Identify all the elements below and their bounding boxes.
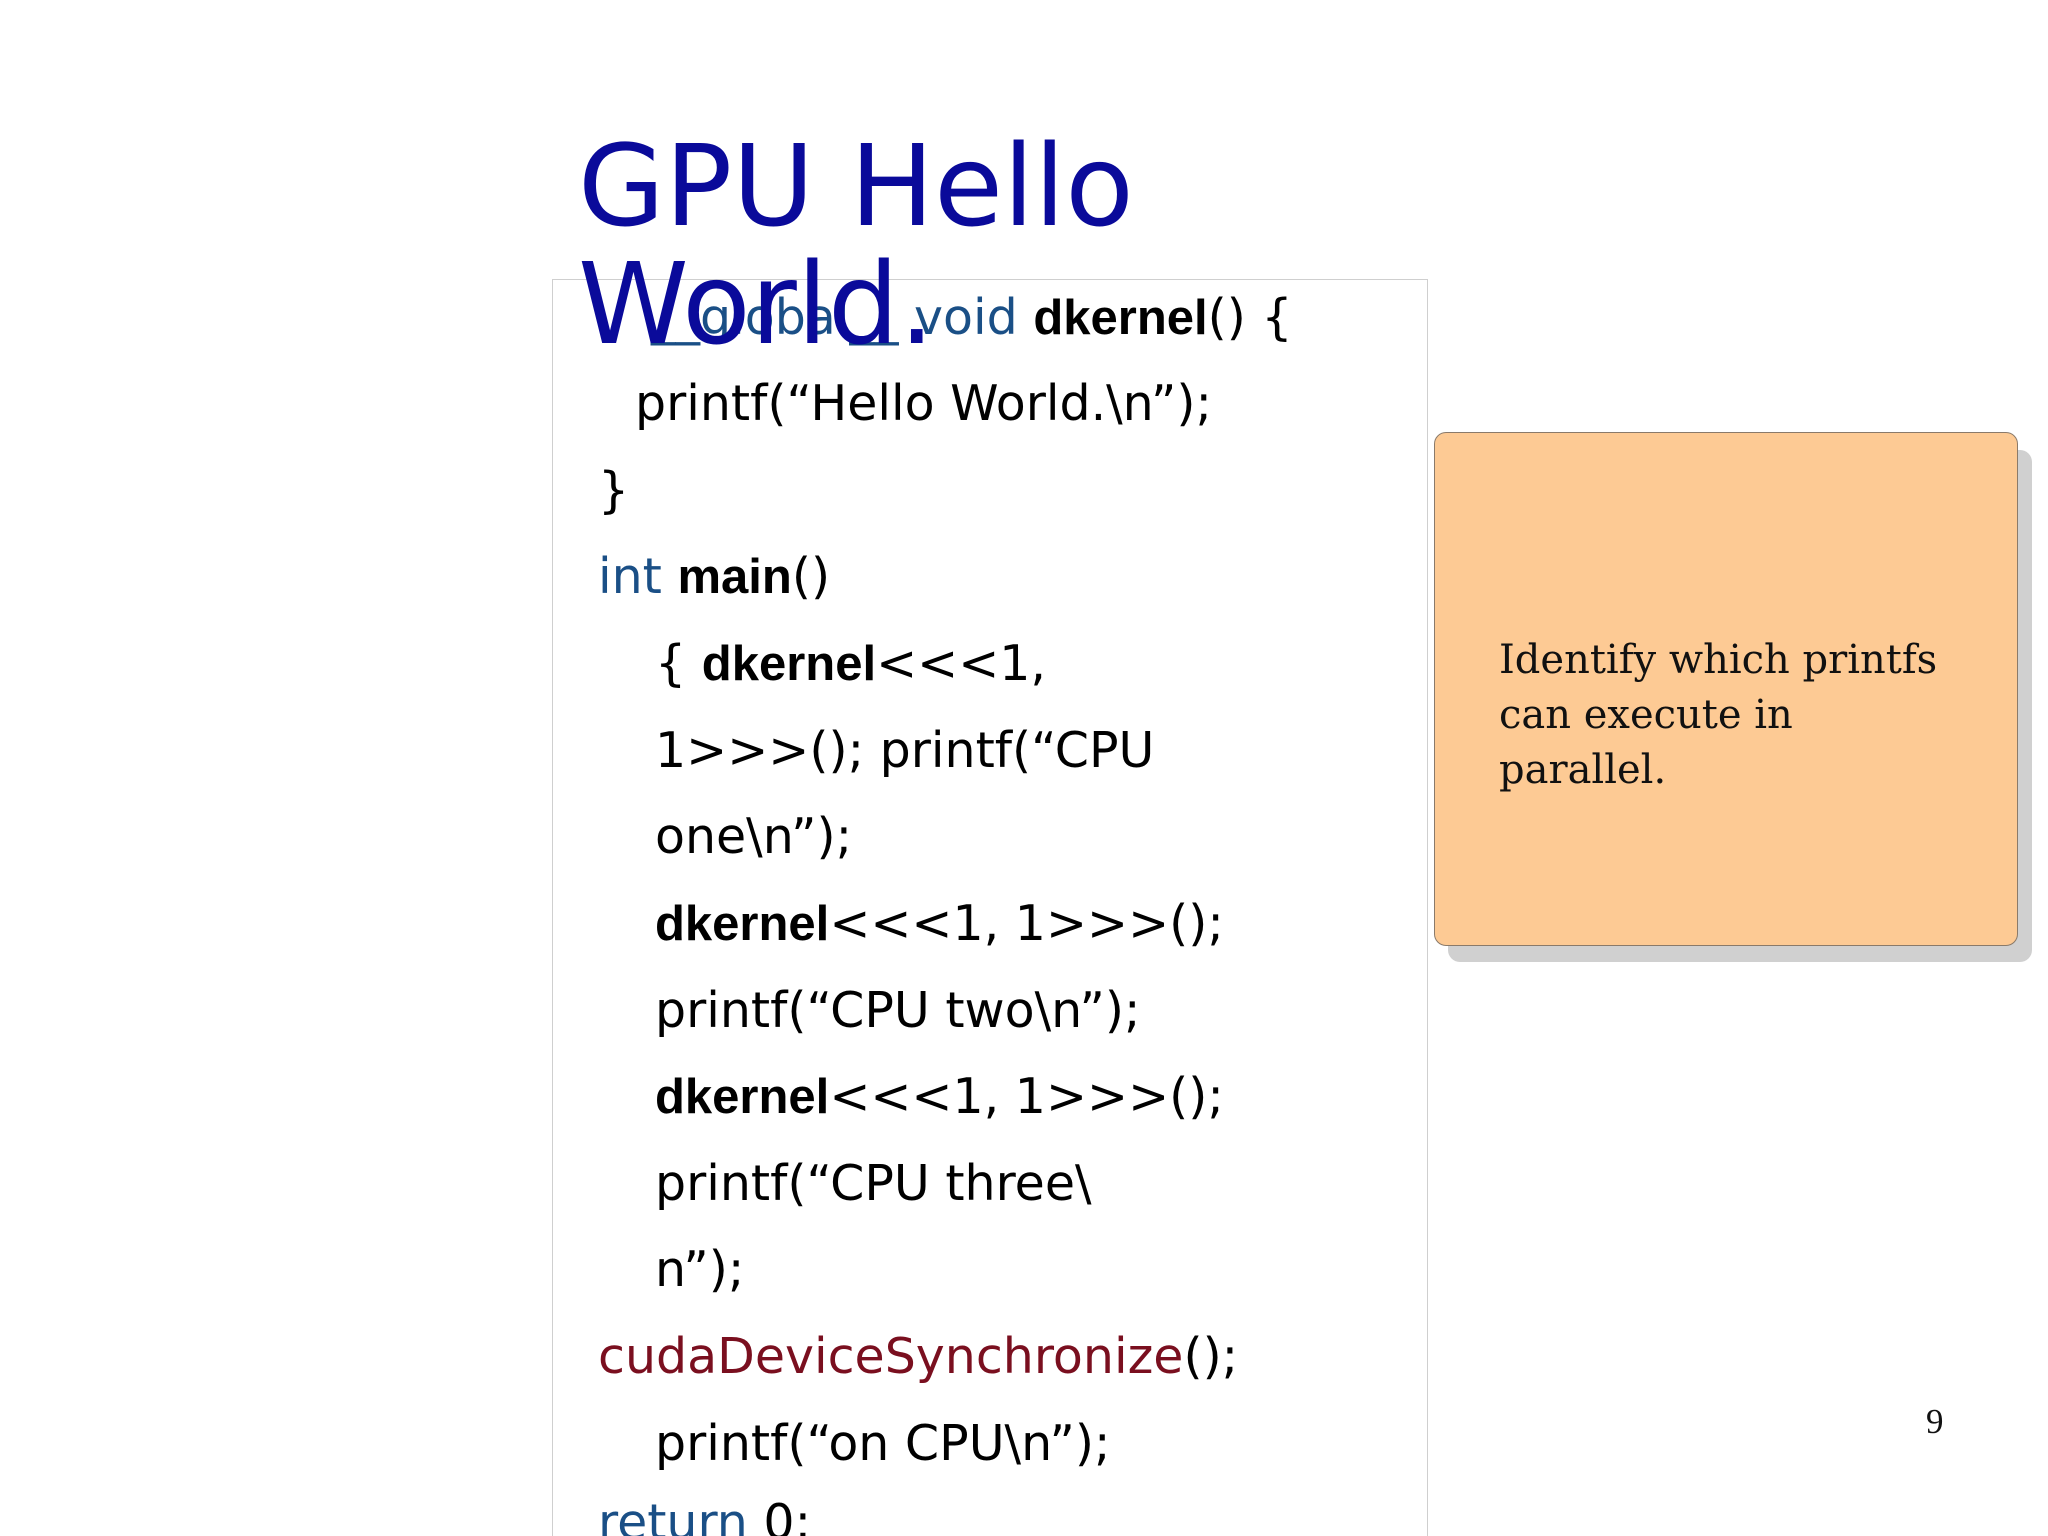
slide-title: GPU Hello World.	[578, 122, 1134, 370]
code-line-printf-on-cpu: printf(“on CPU\n”);	[655, 1415, 1111, 1472]
code-line-kernel-call-3: dkernel<<<1, 1>>>();	[655, 1067, 1224, 1127]
code-line-close-brace: }	[598, 462, 630, 519]
code-text: {	[655, 635, 702, 692]
code-text: <<<1, 1>>>();	[829, 1068, 1224, 1125]
callout-note: Identify which printfs can execute in pa…	[1434, 432, 2018, 946]
code-box: __global__ void dkernel() { printf(“Hell…	[552, 279, 1428, 1536]
function-name-dkernel: dkernel	[655, 1070, 830, 1124]
slide: __global__ void dkernel() { printf(“Hell…	[0, 0, 2048, 1536]
keyword-int: int	[598, 548, 662, 605]
code-text: ()	[791, 548, 831, 605]
code-line-main-decl: int main()	[598, 547, 830, 607]
code-line-printf-two: printf(“CPU two\n”);	[655, 982, 1141, 1039]
code-line-kernel-call-2: dkernel<<<1, 1>>>();	[655, 894, 1224, 954]
code-line-kernel-call-1b: 1>>>(); printf(“CPU	[655, 722, 1155, 779]
code-line-return: return 0;	[598, 1493, 811, 1536]
code-text: <<<1,	[876, 635, 1046, 692]
function-name-dkernel: dkernel	[701, 637, 877, 691]
code-text: 0;	[747, 1494, 812, 1536]
code-line-printf-three-a: printf(“CPU three\	[655, 1155, 1092, 1212]
code-line-printf-one: one\n”);	[655, 808, 853, 865]
cuda-call-name: cudaDeviceSynchronize	[598, 1328, 1184, 1385]
function-name-dkernel: dkernel	[655, 897, 830, 951]
code-line-printf-three-b: n”);	[655, 1241, 745, 1298]
function-name-main: main	[677, 550, 792, 604]
code-text: ();	[1183, 1328, 1239, 1385]
code-line-printf-hello: printf(“Hello World.\n”);	[635, 375, 1213, 432]
code-line-device-sync: cudaDeviceSynchronize();	[598, 1327, 1238, 1387]
keyword-return: return	[598, 1494, 748, 1536]
code-text: <<<1, 1>>>();	[829, 895, 1224, 952]
code-line-kernel-call-1a: { dkernel<<<1,	[655, 634, 1046, 694]
slide-number: 9	[1926, 1402, 1944, 1441]
callout-note-text: Identify which printfs can execute in pa…	[1499, 637, 1938, 793]
